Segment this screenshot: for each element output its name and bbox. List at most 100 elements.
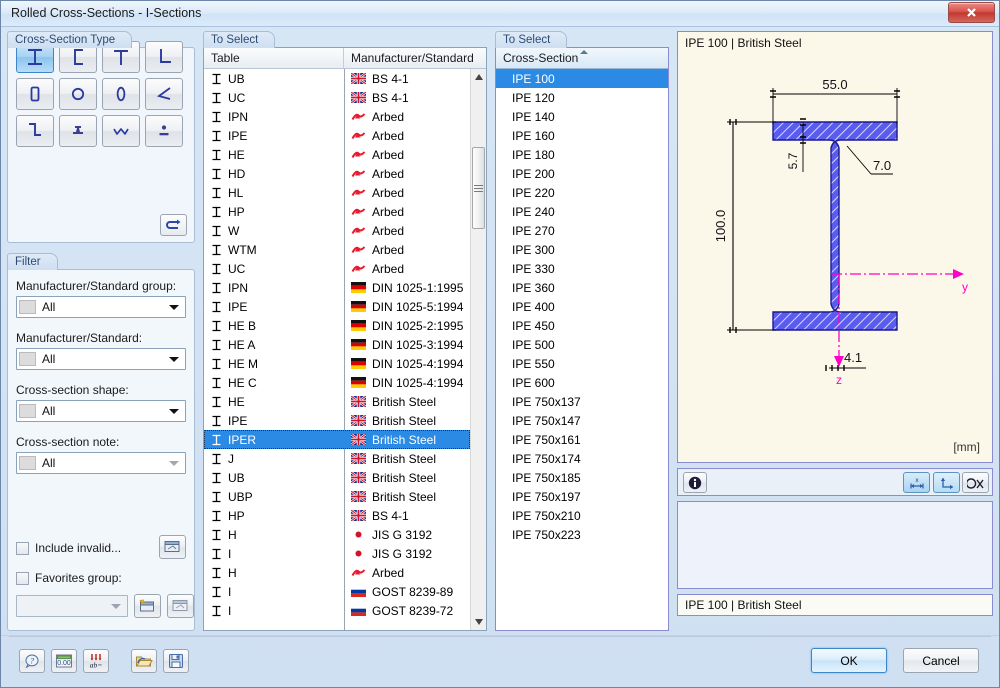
- table-row[interactable]: IPN DIN 1025-1:1995: [204, 278, 470, 297]
- cross-section-list-item[interactable]: IPE 180: [496, 145, 668, 164]
- cross-section-list-item[interactable]: IPE 120: [496, 88, 668, 107]
- table-row[interactable]: IPER British Steel: [204, 430, 470, 449]
- cross-section-list-item[interactable]: IPE 160: [496, 126, 668, 145]
- column-header-table[interactable]: Table: [204, 48, 344, 69]
- table-row[interactable]: HE A DIN 1025-3:1994: [204, 335, 470, 354]
- table-listbox[interactable]: Table Manufacturer/Standard UB BS 4-1 UC BS…: [203, 47, 487, 631]
- cross-section-list-item[interactable]: IPE 550: [496, 354, 668, 373]
- table-row[interactable]: IPE DIN 1025-5:1994: [204, 297, 470, 316]
- cross-section-list-item[interactable]: IPE 600: [496, 373, 668, 392]
- reverse-section-button[interactable]: [160, 214, 187, 236]
- new-favorites-group-button[interactable]: [134, 594, 161, 618]
- cross-section-list-item[interactable]: IPE 140: [496, 107, 668, 126]
- scrollbar-thumb[interactable]: [472, 147, 485, 229]
- table-row[interactable]: IPE British Steel: [204, 411, 470, 430]
- table-row[interactable]: HP Arbed: [204, 202, 470, 221]
- table-row[interactable]: H Arbed: [204, 563, 470, 582]
- cross-section-list-item[interactable]: IPE 220: [496, 183, 668, 202]
- table-row[interactable]: J British Steel: [204, 449, 470, 468]
- help-button[interactable]: ?: [19, 649, 45, 673]
- table-row[interactable]: HP BS 4-1: [204, 506, 470, 525]
- cross-section-drawing-panel[interactable]: IPE 100 | British Steel [mm] 55.0 100.0 …: [677, 31, 993, 463]
- type-button-oval-hollow[interactable]: [102, 78, 140, 110]
- scroll-down-button[interactable]: [471, 614, 486, 630]
- table-row[interactable]: UC BS 4-1: [204, 88, 470, 107]
- table-row[interactable]: IPE Arbed: [204, 126, 470, 145]
- cross-section-list-item[interactable]: IPE 750x223: [496, 525, 668, 544]
- type-button-rail-section[interactable]: [59, 115, 97, 147]
- cancel-button[interactable]: Cancel: [903, 648, 979, 673]
- favorites-group-combo[interactable]: [16, 595, 128, 617]
- include-invalid-row[interactable]: Include invalid...: [16, 541, 121, 555]
- type-button-z-section[interactable]: [16, 115, 54, 147]
- cross-section-list-item[interactable]: IPE 300: [496, 240, 668, 259]
- note-combo[interactable]: All: [16, 452, 186, 474]
- type-button-acute-angle[interactable]: [145, 78, 183, 110]
- section-properties-panel[interactable]: [677, 501, 993, 589]
- cross-section-listbox[interactable]: Cross-Section IPE 100 IPE 120 IPE 140 IPE 1…: [495, 47, 669, 631]
- table-row[interactable]: UBP British Steel: [204, 487, 470, 506]
- cross-section-list-item[interactable]: IPE 270: [496, 221, 668, 240]
- table-row[interactable]: H JIS G 3192: [204, 525, 470, 544]
- type-button-angle-section[interactable]: [145, 41, 183, 73]
- table-name: H: [228, 565, 237, 580]
- table-row[interactable]: I GOST 8239-72: [204, 601, 470, 620]
- table-row[interactable]: W Arbed: [204, 221, 470, 240]
- table-row[interactable]: HL Arbed: [204, 183, 470, 202]
- scroll-up-button[interactable]: [471, 69, 486, 85]
- cross-section-list-item[interactable]: IPE 240: [496, 202, 668, 221]
- hide-dimensions-button[interactable]: [962, 472, 989, 493]
- table-row[interactable]: UC Arbed: [204, 259, 470, 278]
- table-row[interactable]: HE B DIN 1025-2:1995: [204, 316, 470, 335]
- table-row[interactable]: HE Arbed: [204, 145, 470, 164]
- table-row[interactable]: I GOST 8239-89: [204, 582, 470, 601]
- table-row[interactable]: HD Arbed: [204, 164, 470, 183]
- close-button[interactable]: [948, 2, 995, 23]
- table-row[interactable]: WTM Arbed: [204, 240, 470, 259]
- table-list-scrollbar[interactable]: [470, 69, 486, 630]
- table-row[interactable]: UB British Steel: [204, 468, 470, 487]
- toggle-axes-button[interactable]: [933, 472, 960, 493]
- cross-section-list-item[interactable]: IPE 750x161: [496, 430, 668, 449]
- cross-section-list-item[interactable]: IPE 100: [496, 69, 668, 88]
- table-row[interactable]: HE C DIN 1025-4:1994: [204, 373, 470, 392]
- ok-button[interactable]: OK: [811, 648, 887, 673]
- table-list-title: To Select: [203, 31, 276, 48]
- favorites-group-row[interactable]: Favorites group:: [16, 571, 122, 585]
- toggle-dimensions-button[interactable]: x: [903, 472, 930, 493]
- cross-section-list-item[interactable]: IPE 750x210: [496, 506, 668, 525]
- include-invalid-checkbox[interactable]: [16, 541, 29, 555]
- cross-section-list-item[interactable]: IPE 500: [496, 335, 668, 354]
- type-button-corrugated-section[interactable]: [102, 115, 140, 147]
- cross-section-list-item[interactable]: IPE 330: [496, 259, 668, 278]
- cross-section-list-item[interactable]: IPE 200: [496, 164, 668, 183]
- type-button-circular-hollow[interactable]: [59, 78, 97, 110]
- manufacturer-group-combo[interactable]: All: [16, 296, 186, 318]
- parameters-button[interactable]: ab=: [83, 649, 109, 673]
- favorites-group-checkbox[interactable]: [16, 571, 29, 585]
- cross-section-list-item[interactable]: IPE 750x174: [496, 449, 668, 468]
- table-row[interactable]: IPN Arbed: [204, 107, 470, 126]
- type-button-rectangular-hollow[interactable]: [16, 78, 54, 110]
- cross-section-list-item[interactable]: IPE 750x137: [496, 392, 668, 411]
- column-header-standard[interactable]: Manufacturer/Standard: [344, 48, 486, 69]
- edit-favorites-group-button[interactable]: [167, 594, 194, 618]
- cross-section-list-item[interactable]: IPE 750x185: [496, 468, 668, 487]
- open-button[interactable]: [131, 649, 157, 673]
- cross-section-list-item[interactable]: IPE 750x147: [496, 411, 668, 430]
- manufacturer-combo[interactable]: All: [16, 348, 186, 370]
- save-button[interactable]: [163, 649, 189, 673]
- shape-combo[interactable]: All: [16, 400, 186, 422]
- table-row[interactable]: HE M DIN 1025-4:1994: [204, 354, 470, 373]
- section-info-button[interactable]: [683, 472, 707, 493]
- cross-section-list-item[interactable]: IPE 360: [496, 278, 668, 297]
- manage-invalid-button[interactable]: [159, 535, 186, 559]
- cross-section-list-item[interactable]: IPE 400: [496, 297, 668, 316]
- cross-section-list-item[interactable]: IPE 750x197: [496, 487, 668, 506]
- table-row[interactable]: I JIS G 3192: [204, 544, 470, 563]
- table-row[interactable]: HE British Steel: [204, 392, 470, 411]
- type-button-built-up-section[interactable]: [145, 115, 183, 147]
- table-row[interactable]: UB BS 4-1: [204, 69, 470, 88]
- units-button[interactable]: 0.00: [51, 649, 77, 673]
- cross-section-list-item[interactable]: IPE 450: [496, 316, 668, 335]
